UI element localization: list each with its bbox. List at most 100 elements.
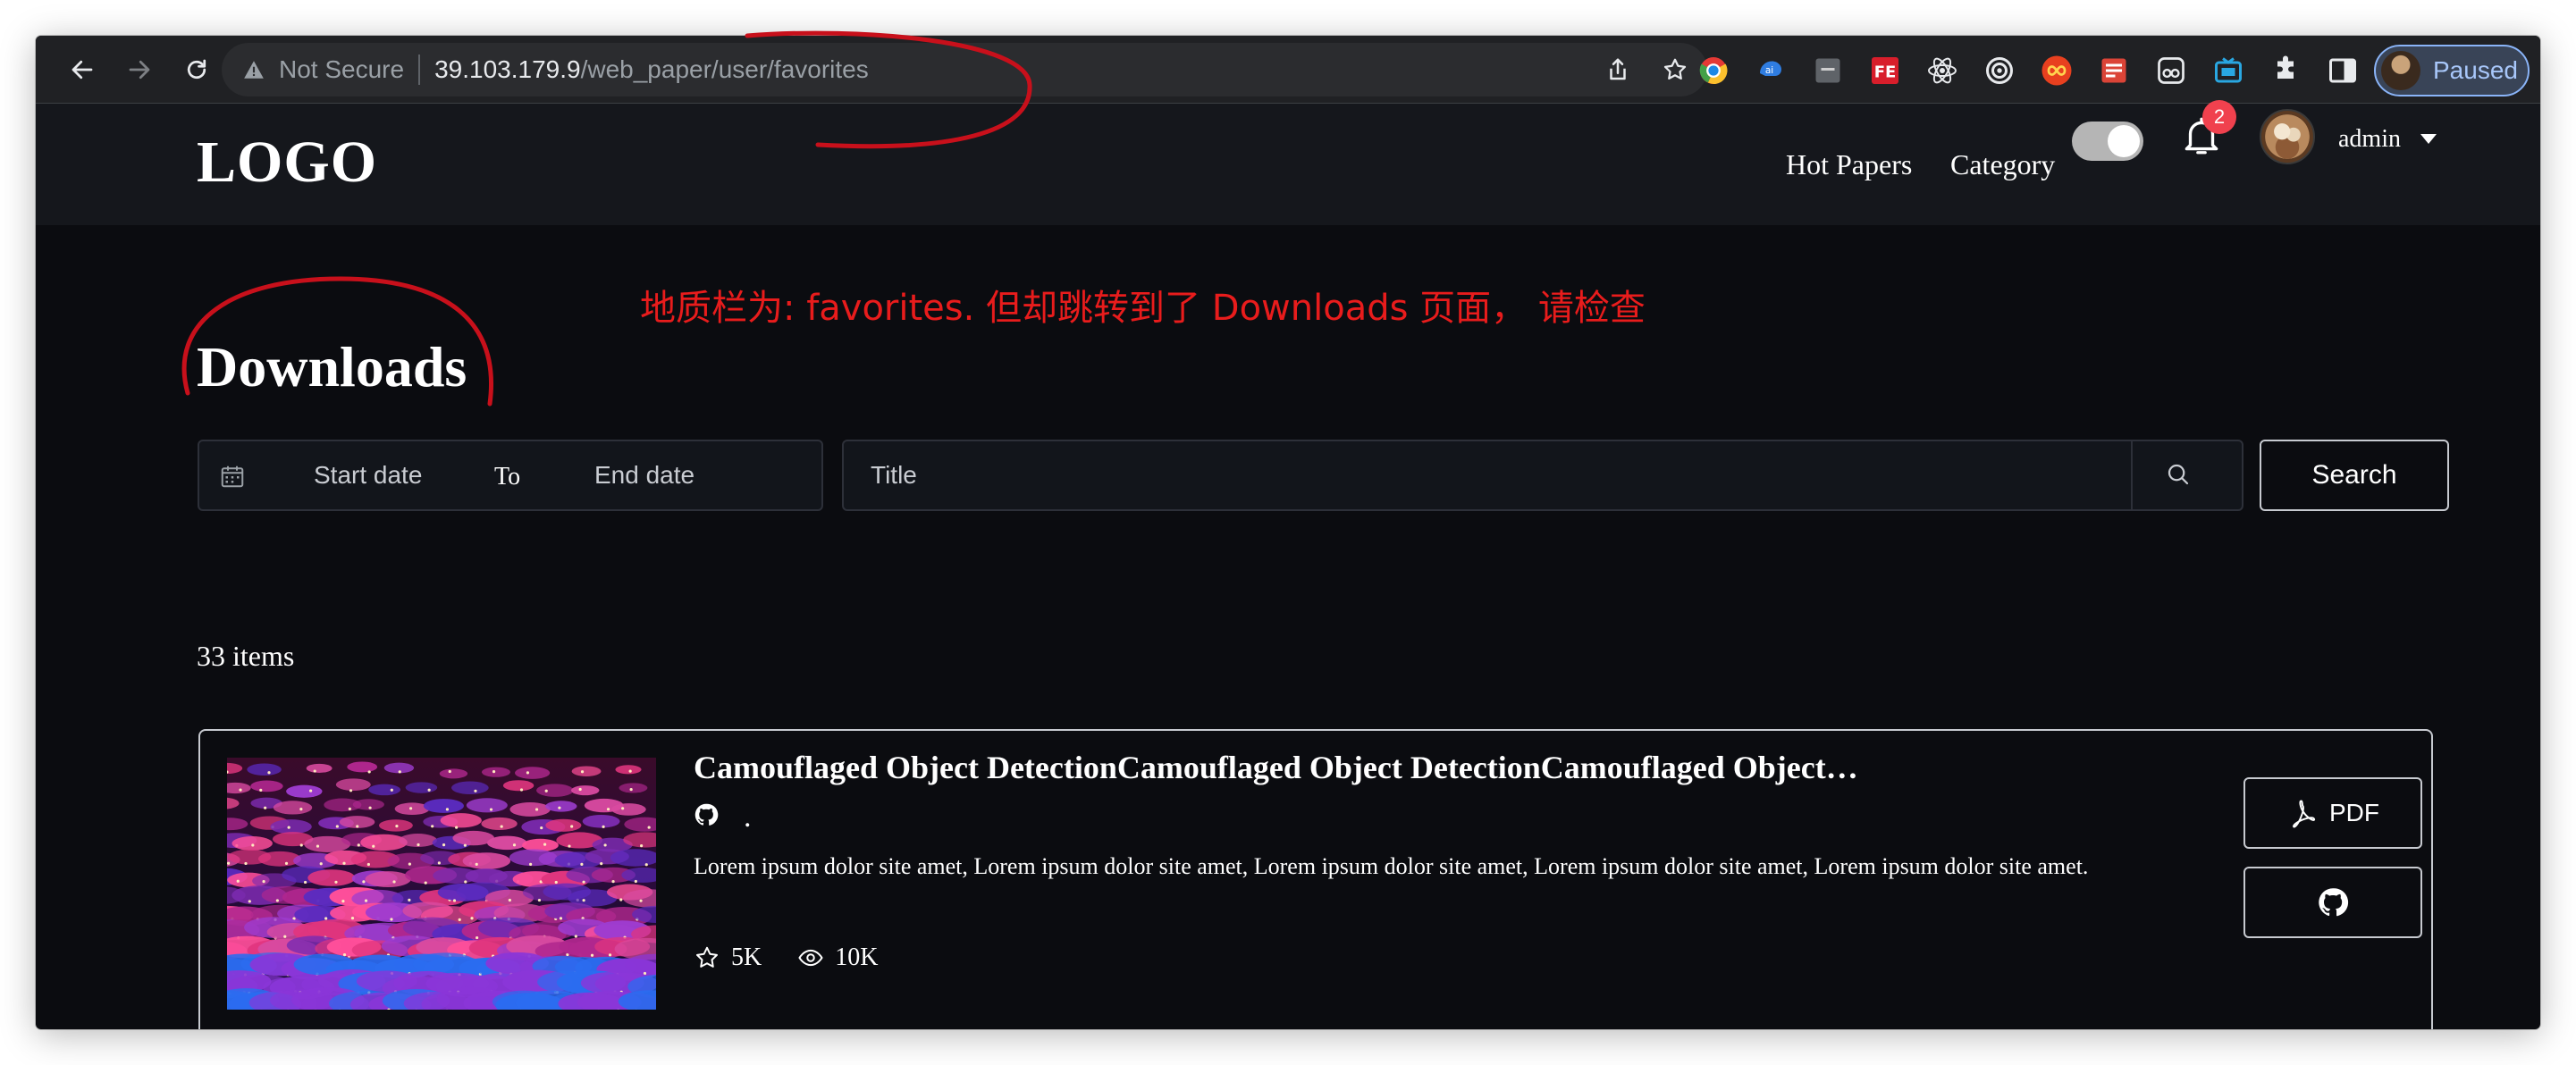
address-bar[interactable]: Not Secure 39.103.179.9 /web_paper/user/…: [222, 43, 1707, 96]
umbrella-shape: [582, 814, 620, 828]
light-dot: [603, 843, 607, 847]
light-dot: [606, 808, 610, 811]
title-search-field[interactable]: Title: [842, 440, 2243, 511]
forward-button[interactable]: [122, 52, 157, 88]
infinity-extension-icon[interactable]: [2038, 52, 2075, 89]
nav-hot-papers[interactable]: Hot Papers: [1786, 148, 1912, 181]
pdf-button[interactable]: PDF: [2243, 777, 2422, 849]
github-button[interactable]: [2243, 867, 2422, 938]
views-count: 10K: [835, 943, 879, 971]
generic-extension-icon[interactable]: [1809, 52, 1847, 89]
light-dot: [526, 771, 530, 775]
light-dot: [316, 844, 320, 848]
light-dot: [244, 861, 248, 866]
github-icon[interactable]: [694, 802, 719, 832]
light-dot: [634, 879, 637, 884]
paper-link-text[interactable]: .: [744, 801, 752, 832]
umbrella-shape: [273, 801, 313, 815]
extensions-bar: ai FE: [1695, 52, 2361, 89]
light-dot: [474, 789, 477, 792]
profile-button[interactable]: Paused: [2374, 45, 2530, 96]
stars-count: 5K: [731, 943, 762, 971]
back-button[interactable]: [64, 52, 100, 88]
bookmark-star-icon[interactable]: [1659, 54, 1691, 86]
paper-thumbnail[interactable]: [227, 758, 656, 1010]
light-dot: [334, 880, 338, 884]
user-avatar[interactable]: [2260, 109, 2315, 164]
user-name[interactable]: admin: [2338, 125, 2401, 154]
reload-button[interactable]: [179, 52, 215, 88]
umbrella-shape: [306, 763, 333, 773]
stars-stat[interactable]: 5K: [694, 943, 762, 972]
light-dot: [508, 898, 511, 902]
end-date-input[interactable]: End date: [594, 461, 695, 490]
light-dot: [262, 880, 265, 884]
theme-toggle[interactable]: [2072, 122, 2143, 161]
light-dot: [342, 861, 346, 865]
fe-extension-icon[interactable]: FE: [1866, 52, 1904, 89]
light-dot: [308, 789, 313, 792]
chrome-extension-icon[interactable]: [1695, 52, 1732, 89]
light-dot: [324, 917, 328, 920]
nav-category[interactable]: Category: [1950, 148, 2055, 181]
light-dot: [303, 880, 307, 885]
site-logo[interactable]: LOGO: [197, 129, 377, 197]
umbrella-shape: [352, 799, 384, 810]
light-dot: [264, 806, 267, 809]
light-dot: [299, 808, 303, 811]
light-dot: [319, 862, 323, 866]
svg-text:ai: ai: [1765, 65, 1773, 76]
translate-extension-icon[interactable]: ai: [1752, 52, 1789, 89]
light-dot: [368, 806, 372, 809]
umbrella-shape: [423, 799, 464, 813]
light-dot: [500, 825, 503, 828]
umbrella-shape: [365, 871, 411, 888]
side-panel-icon[interactable]: [2324, 52, 2361, 89]
target-extension-icon[interactable]: [1981, 52, 2018, 89]
url-host: 39.103.179.9: [434, 55, 581, 83]
light-dot: [437, 861, 441, 865]
light-dot: [299, 843, 303, 847]
light-dot: [600, 862, 603, 866]
share-icon[interactable]: [1602, 54, 1634, 86]
start-date-input[interactable]: Start date: [314, 461, 422, 490]
light-dot: [543, 843, 547, 846]
chevron-down-icon[interactable]: [2420, 134, 2437, 144]
search-button[interactable]: Search: [2260, 440, 2449, 511]
umbrella-shape: [405, 782, 438, 793]
light-dot: [537, 898, 542, 902]
light-dot: [362, 880, 366, 884]
date-range-picker[interactable]: Start date To End date: [198, 440, 823, 511]
light-dot: [442, 843, 446, 847]
paper-card[interactable]: Camouflaged Object DetectionCamouflaged …: [198, 729, 2433, 1029]
light-dot: [357, 843, 360, 847]
light-dot: [535, 808, 539, 811]
search-icon[interactable]: [2165, 461, 2193, 490]
umbrella-shape: [270, 819, 312, 834]
react-devtools-icon[interactable]: [1924, 52, 1961, 89]
light-dot: [558, 806, 561, 809]
views-stat: 10K: [797, 943, 878, 972]
light-dot: [470, 917, 474, 920]
annotation-note: 地质栏为: favorites. 但却跳转到了 Downloads 页面， 请检…: [640, 288, 1646, 329]
address-divider: [418, 55, 421, 85]
title-input[interactable]: Title: [871, 461, 917, 490]
light-dot: [489, 808, 493, 811]
security-label[interactable]: Not Secure: [279, 55, 404, 84]
light-dot: [267, 771, 271, 775]
umbrella-shape: [347, 761, 378, 773]
todo-extension-icon[interactable]: [2095, 52, 2133, 89]
umbrella-shape: [451, 781, 489, 795]
umbrella-shape: [466, 798, 508, 813]
paper-title[interactable]: Camouflaged Object DetectionCamouflaged …: [694, 749, 1900, 786]
site-header: LOGO Hot Papers Category: [36, 104, 2540, 225]
light-dot: [574, 935, 577, 938]
light-dot: [639, 899, 643, 902]
reload-icon: [187, 59, 206, 80]
light-dot: [602, 825, 605, 828]
umbrella-shape: [502, 780, 535, 792]
tv-extension-icon[interactable]: [2210, 52, 2247, 89]
reader-extension-icon[interactable]: [2152, 52, 2190, 89]
light-dot: [417, 843, 420, 847]
extensions-puzzle-icon[interactable]: [2267, 52, 2304, 89]
